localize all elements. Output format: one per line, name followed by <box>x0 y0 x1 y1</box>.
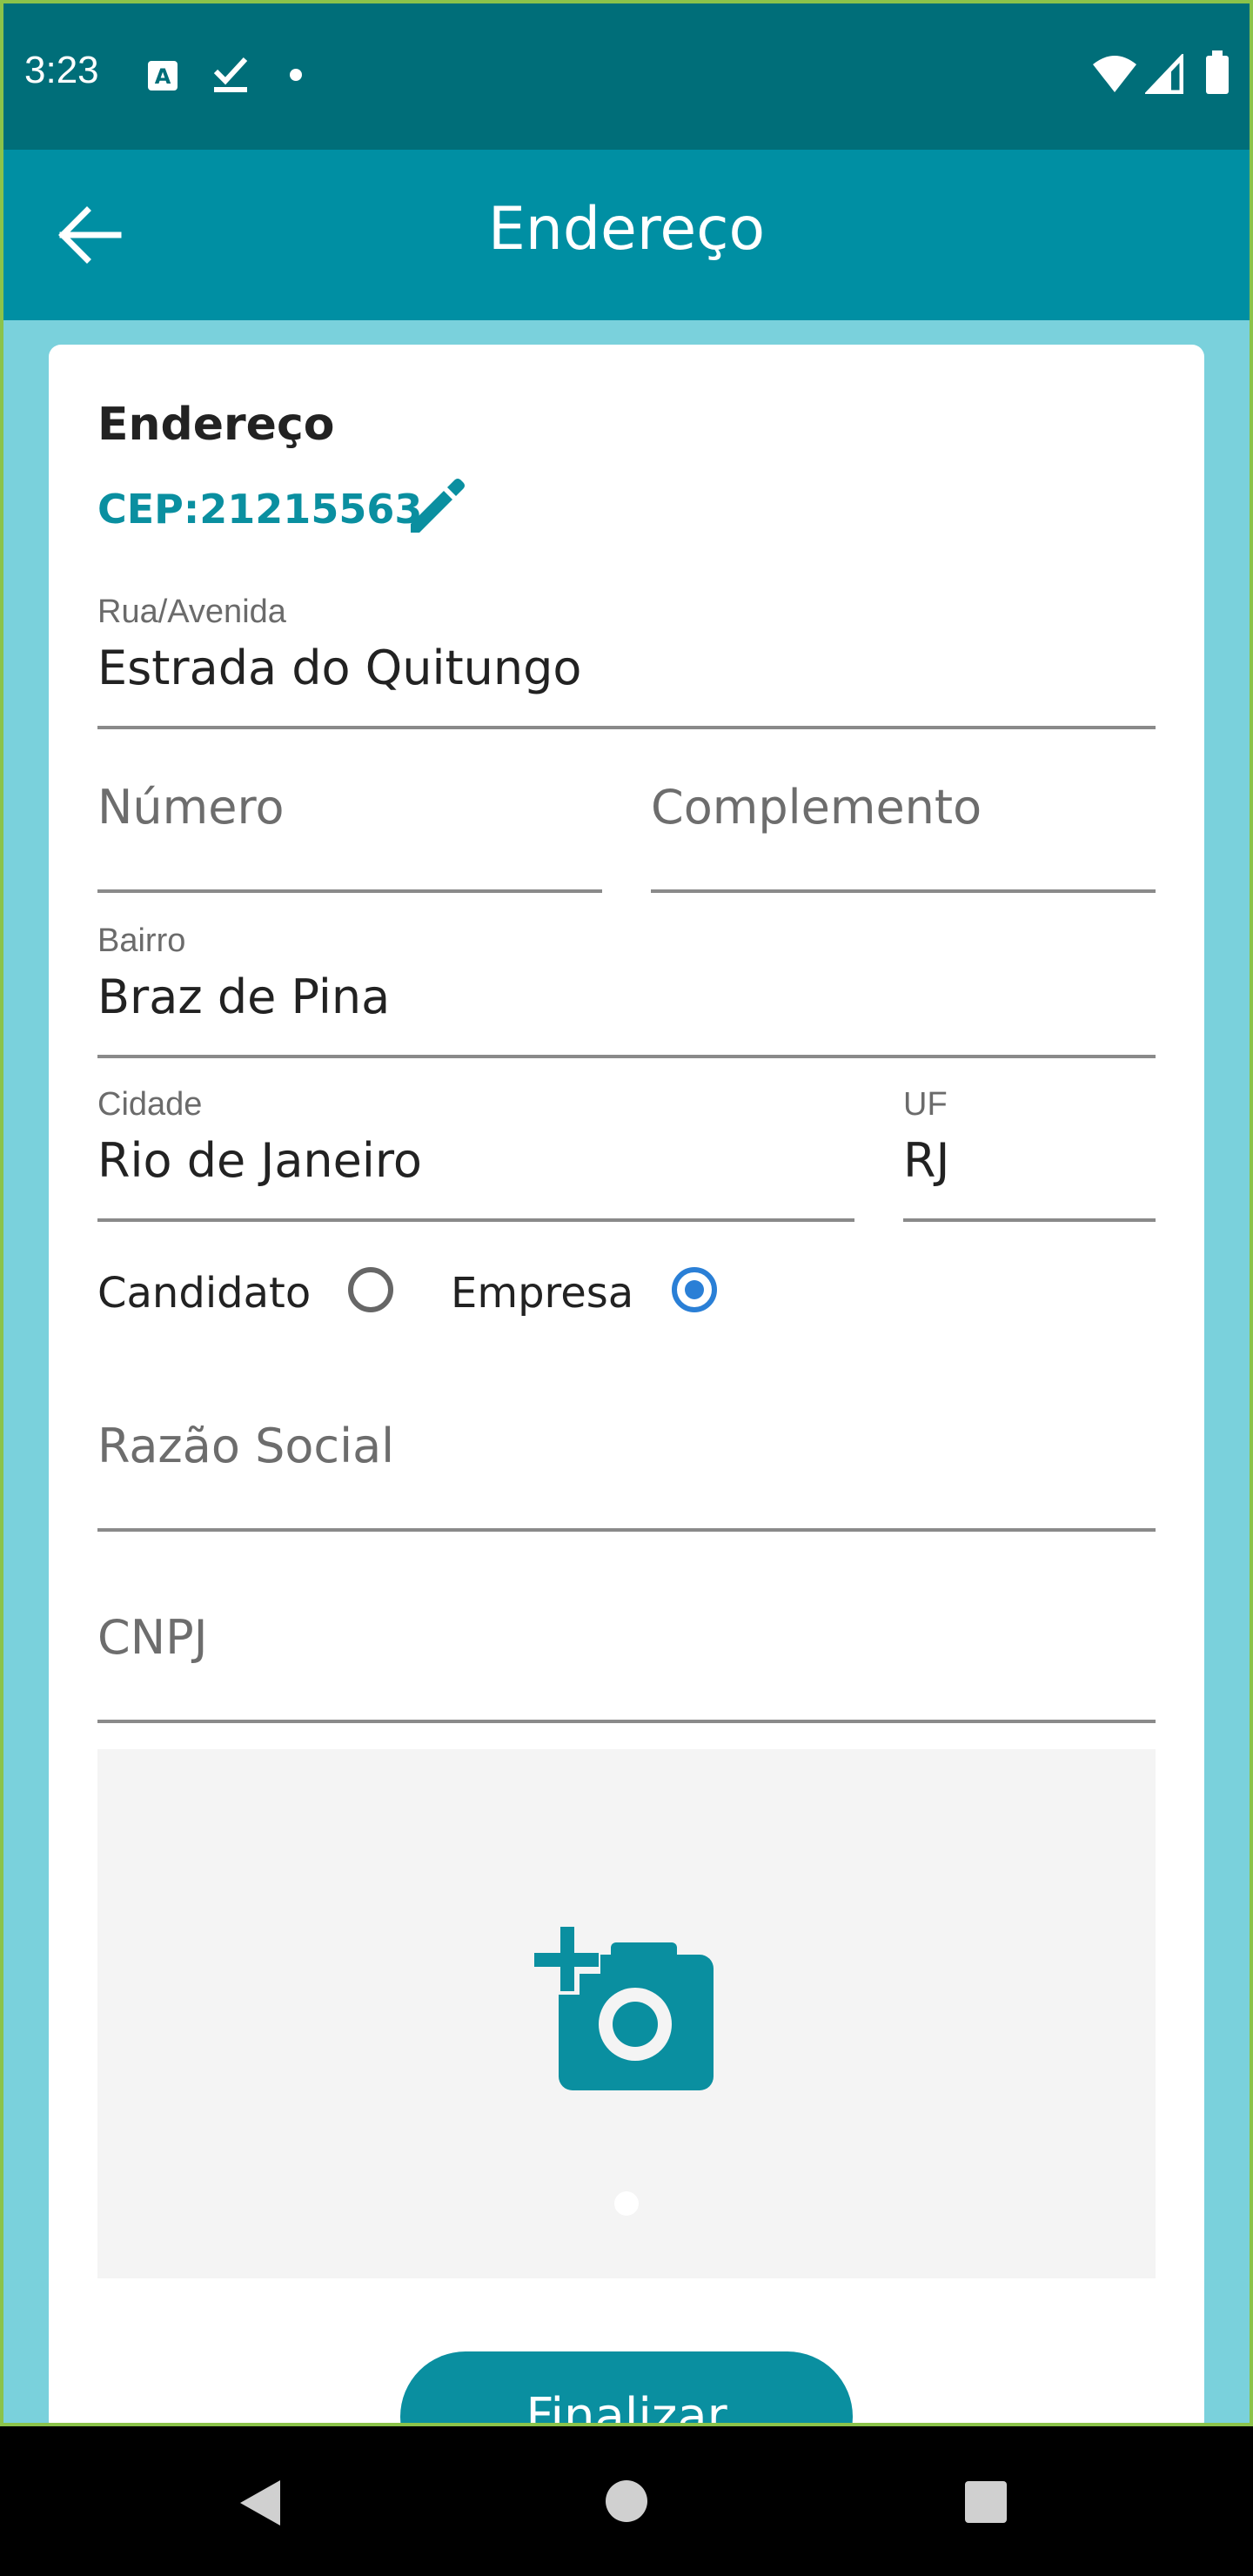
section-title: Endereço <box>97 399 335 451</box>
cnpj-underline <box>97 1720 1156 1723</box>
neighborhood-label: Bairro <box>97 922 186 959</box>
city-underline <box>97 1218 854 1222</box>
city-label: Cidade <box>97 1086 203 1123</box>
photo-upload-area[interactable] <box>97 1749 1156 2278</box>
a-keyboard-icon: A <box>148 61 178 91</box>
cnpj-field[interactable]: CNPJ <box>97 1610 208 1665</box>
wifi-icon <box>1093 56 1136 92</box>
address-card: Endereço CEP:21215563 Rua/Avenida Estrad… <box>49 345 1204 2482</box>
state-field[interactable]: RJ <box>903 1133 949 1188</box>
check-icon <box>213 57 248 92</box>
back-triangle-icon[interactable] <box>237 2477 284 2529</box>
radio-label-candidato: Candidato <box>97 1269 312 1318</box>
company-name-field[interactable]: Razão Social <box>97 1419 394 1473</box>
street-field[interactable]: Estrada do Quitungo <box>97 641 581 695</box>
status-bar: 3:23 A <box>0 0 1253 150</box>
radio-label-empresa: Empresa <box>451 1269 634 1318</box>
dot-icon <box>290 69 302 81</box>
home-circle-icon[interactable] <box>604 2479 649 2524</box>
number-field[interactable]: Número <box>97 780 285 835</box>
pencil-icon[interactable] <box>404 475 466 538</box>
state-underline <box>903 1218 1156 1222</box>
svg-text:A: A <box>155 64 171 89</box>
number-underline <box>97 889 602 893</box>
neighborhood-field[interactable]: Braz de Pina <box>97 969 390 1024</box>
neighborhood-underline <box>97 1055 1156 1058</box>
page-title: Endereço <box>487 195 766 264</box>
add-photo-icon[interactable] <box>533 1923 715 2094</box>
signal-icon <box>1145 54 1183 94</box>
complement-field[interactable]: Complemento <box>651 780 982 835</box>
navigation-bar <box>0 2426 1253 2576</box>
complement-underline <box>651 889 1156 893</box>
street-label: Rua/Avenida <box>97 594 286 630</box>
company-name-underline <box>97 1528 1156 1532</box>
city-field[interactable]: Rio de Janeiro <box>97 1133 422 1188</box>
radio-empresa[interactable] <box>672 1267 717 1312</box>
recents-square-icon[interactable] <box>964 2480 1008 2524</box>
cep-value: CEP:21215563 <box>97 486 423 533</box>
app-bar: Endereço <box>0 150 1253 320</box>
state-label: UF <box>903 1086 948 1123</box>
status-time: 3:23 <box>24 49 99 91</box>
radio-candidato[interactable] <box>348 1267 393 1312</box>
street-underline <box>97 726 1156 729</box>
battery-icon <box>1206 50 1229 94</box>
pager-dot <box>614 2191 639 2216</box>
